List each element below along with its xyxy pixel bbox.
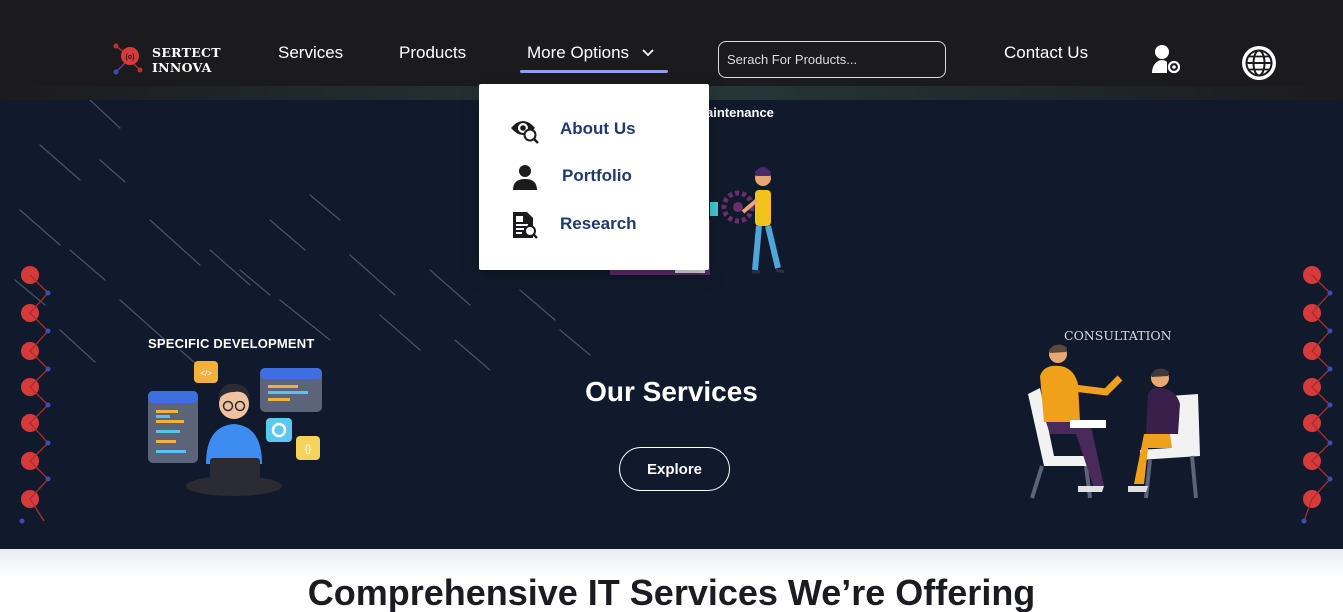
explore-button[interactable]: Explore	[619, 447, 730, 491]
nav-services-link[interactable]: Services	[278, 43, 343, 63]
maintenance-label: aintenance	[706, 105, 774, 120]
svg-text:{}: {}	[305, 444, 312, 455]
nav-contact-link[interactable]: Contact Us	[1004, 43, 1088, 63]
dropdown-item-label: Research	[560, 214, 637, 233]
more-options-dropdown: About Us Portfolio Research	[479, 84, 709, 270]
nav-more-options-label: More Options	[527, 43, 630, 62]
logo-line-1: SERTECT	[152, 45, 221, 60]
logo-line-2: INNOVA	[152, 60, 212, 75]
development-label: SPECIFIC DEVELOPMENT	[148, 336, 315, 351]
person-icon	[513, 165, 537, 190]
user-settings-icon[interactable]	[1150, 44, 1182, 74]
dropdown-item-portfolio[interactable]: Portfolio	[479, 157, 709, 197]
dropdown-item-label: About Us	[560, 119, 636, 138]
nav-more-options[interactable]: More Options	[527, 43, 654, 63]
logo-text: SERTECT INNOVA	[152, 45, 221, 75]
svg-text:(o): (o)	[126, 54, 135, 61]
active-nav-underline	[520, 70, 668, 73]
chevron-down-icon	[642, 49, 654, 57]
dropdown-item-about-us[interactable]: About Us	[479, 110, 709, 150]
nav-products-link[interactable]: Products	[399, 43, 466, 63]
it-services-section-title: Comprehensive IT Services We’re Offering	[307, 572, 1036, 612]
dropdown-item-label: Portfolio	[562, 166, 632, 185]
document-search-icon	[513, 212, 538, 239]
dropdown-item-research[interactable]: Research	[479, 205, 709, 245]
consultation-illustration	[1028, 344, 1200, 499]
brand-logo[interactable]: (o) SERTECT INNOVA	[112, 40, 222, 78]
logo-mark-icon: (o)	[113, 43, 143, 75]
hero-title: Our Services	[585, 376, 758, 407]
eye-search-icon	[511, 121, 539, 144]
globe-icon[interactable]	[1240, 44, 1278, 82]
search-input[interactable]	[718, 41, 946, 78]
